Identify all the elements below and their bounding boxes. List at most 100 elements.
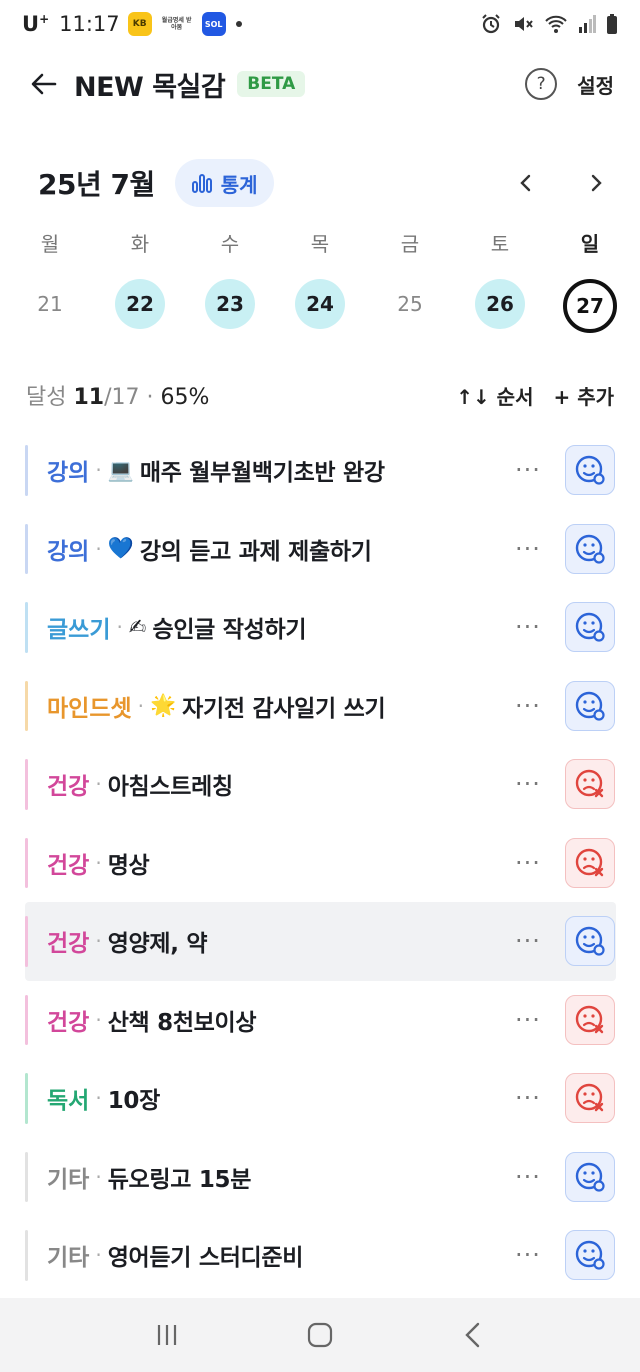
carrier-label: U+ xyxy=(22,12,50,36)
arrow-left-icon xyxy=(31,73,57,95)
habit-row[interactable]: 마인드셋 · 🌟 자기전 감사일기 쓰기 ··· xyxy=(25,667,616,746)
habit-row[interactable]: 건강 · 산책 8천보이상 ··· xyxy=(25,981,616,1060)
date-24[interactable]: 24 xyxy=(295,279,345,329)
home-button[interactable] xyxy=(300,1315,340,1355)
wifi-icon xyxy=(545,15,567,33)
habit-row[interactable]: 기타 · 영어듣기 스터디준비 ··· xyxy=(25,1216,616,1295)
habit-more-button[interactable]: ··· xyxy=(515,770,541,798)
habit-status-button[interactable] xyxy=(565,602,615,653)
habit-category: 독서 xyxy=(47,1088,90,1115)
habit-more-button[interactable]: ··· xyxy=(515,1084,541,1112)
habit-status-button[interactable] xyxy=(565,523,615,574)
habit-category: 건강 xyxy=(47,931,90,958)
category-color-bar xyxy=(25,1230,28,1281)
system-icons xyxy=(480,13,618,35)
chevron-right-icon xyxy=(591,174,602,192)
system-navigation-bar xyxy=(0,1298,640,1372)
app-header: NEW 목실감 BETA ? 설정 xyxy=(0,56,640,112)
habit-row[interactable]: 글쓰기 · ✍ 승인글 작성하기 ··· xyxy=(25,588,616,667)
habit-row[interactable]: 건강 · 아침스트레칭 ··· xyxy=(25,745,616,824)
habit-row[interactable]: 독서 · 10장 ··· xyxy=(25,1059,616,1138)
payslip-notification-icon: 월급명세 받아봄 xyxy=(159,12,194,36)
add-habit-button[interactable]: + 추가 xyxy=(553,381,614,410)
recent-apps-button[interactable] xyxy=(147,1315,187,1355)
stats-button[interactable]: 통계 xyxy=(174,159,274,207)
sad-x-icon xyxy=(575,770,604,798)
weekday-label: 월 xyxy=(40,232,60,256)
habit-row[interactable]: 기타 · 듀오링고 15분 ··· xyxy=(25,1138,616,1217)
habit-separator: · xyxy=(95,850,102,875)
habit-category: 강의 xyxy=(47,460,90,487)
habit-category: 건강 xyxy=(47,852,90,879)
habit-name: 듀오링고 15분 xyxy=(107,1166,252,1193)
habit-separator: · xyxy=(95,458,102,483)
date-21[interactable]: 21 xyxy=(25,279,75,329)
habit-status-button[interactable] xyxy=(565,1073,615,1124)
habit-more-button[interactable]: ··· xyxy=(515,1163,541,1191)
habit-more-button[interactable]: ··· xyxy=(515,613,541,641)
habit-more-button[interactable]: ··· xyxy=(515,927,541,955)
habit-row[interactable]: 건강 · 영양제, 약 ··· xyxy=(25,902,616,981)
habit-category: 기타 xyxy=(47,1166,90,1193)
habit-status-button[interactable] xyxy=(565,1151,615,1202)
date-22[interactable]: 22 xyxy=(115,279,165,329)
habit-separator: · xyxy=(137,693,144,718)
habit-more-button[interactable]: ··· xyxy=(515,1006,541,1034)
habit-more-button[interactable]: ··· xyxy=(515,849,541,877)
category-color-bar xyxy=(25,916,28,967)
habit-name: 강의 듣고 과제 제출하기 xyxy=(139,538,372,565)
weekday-label: 금 xyxy=(400,232,420,256)
help-button[interactable]: ? xyxy=(525,68,558,100)
date-27-selected[interactable]: 27 xyxy=(563,279,617,333)
week-calendar: 월 화 수 목 금 토 일 21 22 23 24 25 26 27 xyxy=(5,228,635,333)
habit-more-button[interactable]: ··· xyxy=(515,692,541,720)
habit-separator: · xyxy=(95,1164,102,1189)
mute-icon xyxy=(515,17,533,31)
date-25[interactable]: 25 xyxy=(385,279,435,329)
habit-emoji: ✍ xyxy=(128,615,147,640)
reorder-button[interactable]: ↑↓ 순서 xyxy=(456,381,533,410)
habit-status-button[interactable] xyxy=(565,445,615,496)
smile-check-icon xyxy=(575,1162,605,1192)
habit-name: 산책 8천보이상 xyxy=(107,1009,257,1036)
habit-row[interactable]: 강의 · 💻 매주 월부월백기초반 완강 ··· xyxy=(25,431,616,510)
habit-separator: · xyxy=(95,772,102,797)
habit-status-button[interactable] xyxy=(565,916,615,967)
habit-category: 기타 xyxy=(47,1245,90,1272)
habit-name: 영어듣기 스터디준비 xyxy=(107,1245,304,1272)
date-23[interactable]: 23 xyxy=(205,279,255,329)
chevron-left-icon xyxy=(520,174,531,192)
habit-name: 10장 xyxy=(107,1088,161,1115)
habit-more-button[interactable]: ··· xyxy=(515,1241,541,1269)
more-notifications-dot xyxy=(235,21,242,27)
settings-button[interactable]: 설정 xyxy=(577,70,614,99)
category-color-bar xyxy=(25,1151,28,1202)
week-navigation xyxy=(510,167,612,199)
category-color-bar xyxy=(25,523,28,574)
sol-pay-notification-icon: SOL xyxy=(201,12,226,36)
habit-separator: · xyxy=(95,536,102,561)
list-actions: ↑↓ 순서 + 추가 xyxy=(456,381,614,410)
habit-separator: · xyxy=(95,1243,102,1268)
habit-more-button[interactable]: ··· xyxy=(515,456,541,484)
smile-check-icon xyxy=(575,927,605,956)
prev-week-button[interactable] xyxy=(510,167,542,199)
habit-status-button[interactable] xyxy=(565,837,615,888)
habit-row[interactable]: 강의 · 💙 강의 듣고 과제 제출하기 ··· xyxy=(25,510,616,589)
system-back-button[interactable] xyxy=(453,1315,493,1355)
back-button[interactable] xyxy=(28,68,60,100)
habit-status-button[interactable] xyxy=(565,680,615,731)
habit-more-button[interactable]: ··· xyxy=(515,535,541,563)
weekday-label: 화 xyxy=(130,232,150,256)
date-26[interactable]: 26 xyxy=(475,279,525,329)
category-color-bar xyxy=(25,759,28,810)
habit-row[interactable]: 건강 · 명상 ··· xyxy=(25,824,616,903)
next-week-button[interactable] xyxy=(580,167,612,199)
habit-name: 자기전 감사일기 쓰기 xyxy=(182,695,386,722)
weekday-label: 일 xyxy=(580,232,600,256)
habit-status-button[interactable] xyxy=(565,759,615,810)
category-color-bar xyxy=(25,602,28,653)
bar-chart-icon xyxy=(191,174,212,193)
habit-status-button[interactable] xyxy=(565,1230,615,1281)
habit-status-button[interactable] xyxy=(565,994,615,1045)
